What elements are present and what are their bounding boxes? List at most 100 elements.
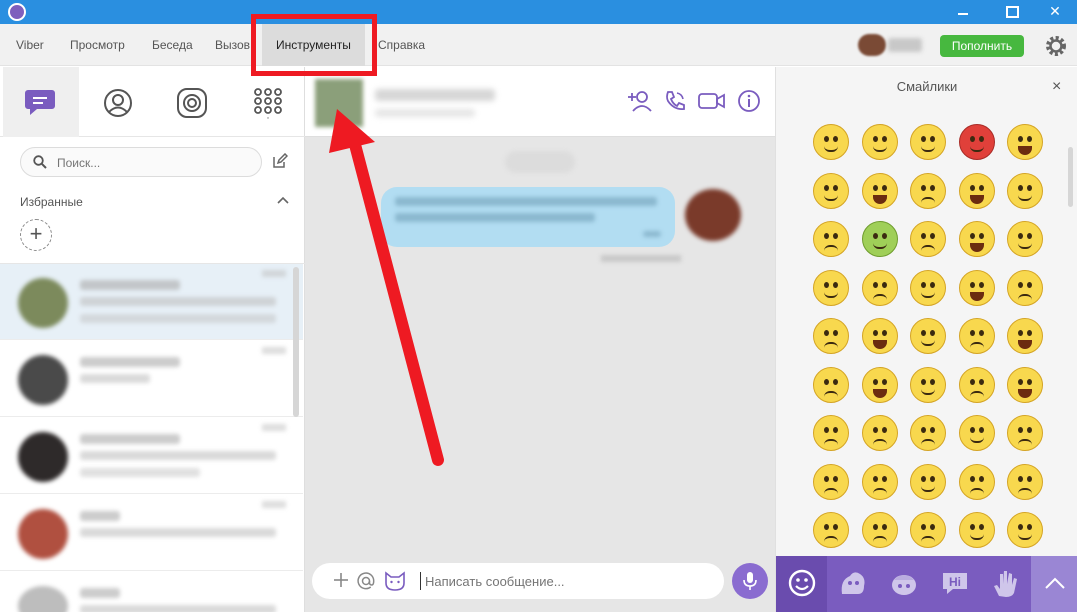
- emoji-eye: [1018, 524, 1023, 530]
- emoji-item[interactable]: [1007, 269, 1043, 306]
- close-icon[interactable]: ×: [1052, 78, 1061, 96]
- emoji-item[interactable]: [1007, 124, 1043, 160]
- emoji-item[interactable]: [861, 366, 898, 403]
- compose-icon[interactable]: [272, 153, 288, 169]
- chat-list-item[interactable]: [0, 341, 303, 417]
- voice-call-icon[interactable]: [663, 89, 687, 113]
- emoji-eye: [872, 136, 878, 142]
- tab-hand-stickers[interactable]: [980, 556, 1031, 612]
- topup-button[interactable]: Пополнить: [940, 35, 1024, 57]
- menu-help[interactable]: Справка: [378, 24, 425, 66]
- voice-message-button[interactable]: [732, 563, 768, 599]
- tab-hi-stickers[interactable]: Hi: [929, 556, 980, 612]
- minimize-icon[interactable]: [940, 0, 986, 24]
- sticker-icon[interactable]: [384, 571, 406, 591]
- emoji-item[interactable]: [1007, 318, 1043, 354]
- emoji-item[interactable]: [1007, 172, 1043, 209]
- emoji-item[interactable]: [958, 269, 995, 306]
- emoji-item[interactable]: [861, 415, 898, 451]
- emoji-item[interactable]: [958, 512, 995, 548]
- emoji-item[interactable]: [861, 463, 898, 500]
- emoji-eye: [824, 475, 829, 482]
- tab-sticker-pack-2[interactable]: [878, 556, 929, 612]
- info-icon[interactable]: [737, 89, 761, 113]
- chat-list-item[interactable]: [0, 495, 303, 571]
- emoji-mouth: [969, 342, 984, 348]
- emoji-item[interactable]: [958, 221, 995, 257]
- settings-gear-icon[interactable]: [1044, 34, 1068, 58]
- tab-contacts[interactable]: [80, 67, 156, 137]
- menu-viber[interactable]: Viber: [16, 24, 44, 66]
- emoji-item[interactable]: [813, 318, 849, 354]
- emoji-item[interactable]: [1007, 221, 1043, 257]
- emoji-mouth: [921, 196, 935, 203]
- emoji-item[interactable]: [910, 463, 946, 500]
- emoji-item[interactable]: [910, 512, 946, 548]
- emoji-item[interactable]: [813, 269, 849, 306]
- emoji-eye: [872, 330, 878, 336]
- emoji-item[interactable]: [861, 269, 898, 306]
- emoji-item[interactable]: [958, 463, 995, 500]
- video-call-icon[interactable]: [697, 89, 727, 113]
- emoji-item[interactable]: [813, 366, 849, 403]
- plus-icon[interactable]: [332, 571, 350, 589]
- menu-conversation[interactable]: Беседа: [152, 24, 193, 66]
- emoji-item[interactable]: [910, 269, 946, 306]
- emoji-mouth: [872, 340, 887, 349]
- search-input[interactable]: [57, 154, 253, 172]
- emoji-item[interactable]: [910, 366, 946, 403]
- message-input[interactable]: [420, 572, 710, 590]
- chat-list-item[interactable]: [0, 264, 303, 340]
- emoji-mouth: [824, 439, 838, 445]
- emoji-item[interactable]: [813, 512, 849, 548]
- chat-list-item[interactable]: [0, 572, 303, 612]
- emoji-item[interactable]: [958, 366, 995, 403]
- close-icon[interactable]: ✕: [1032, 0, 1077, 24]
- search-box[interactable]: [20, 147, 262, 177]
- sticker-pack-icon: [841, 572, 865, 594]
- add-participant-icon[interactable]: [627, 89, 653, 113]
- emoji-item[interactable]: [813, 221, 849, 257]
- emoji-item[interactable]: [958, 124, 995, 160]
- tab-sticker-pack-1[interactable]: [827, 556, 878, 612]
- at-icon[interactable]: [356, 571, 376, 591]
- emoji-eye: [872, 524, 878, 530]
- emoji-item[interactable]: [861, 318, 898, 354]
- emoji-item[interactable]: [813, 415, 849, 451]
- emoji-item[interactable]: [1007, 415, 1043, 451]
- tab-smileys[interactable]: [776, 556, 827, 612]
- chevron-up-icon[interactable]: [277, 196, 289, 204]
- emoji-item[interactable]: [910, 124, 946, 160]
- expand-up-icon: [1045, 577, 1065, 589]
- add-favorite-button[interactable]: +: [20, 219, 52, 251]
- emoji-item[interactable]: [910, 172, 946, 209]
- emoji-item[interactable]: [1007, 463, 1043, 500]
- emoji-item[interactable]: [958, 172, 995, 209]
- emoji-item[interactable]: [958, 415, 995, 451]
- emoji-item[interactable]: [861, 512, 898, 548]
- emoji-item[interactable]: [813, 463, 849, 500]
- emoji-item[interactable]: [910, 318, 946, 354]
- chat-list-scrollbar[interactable]: [293, 267, 299, 417]
- emoji-scrollbar[interactable]: [1068, 147, 1073, 207]
- tab-chats[interactable]: [3, 67, 79, 137]
- emoji-item[interactable]: [861, 124, 898, 160]
- emoji-item[interactable]: [1007, 366, 1043, 403]
- emoji-item[interactable]: [813, 124, 849, 160]
- emoji-item[interactable]: [958, 318, 995, 354]
- emoji-item[interactable]: [910, 415, 946, 451]
- emoji-mouth: [824, 292, 838, 298]
- tab-dialpad[interactable]: [230, 67, 306, 137]
- expand-stickers-button[interactable]: [1031, 556, 1077, 612]
- emoji-item[interactable]: [861, 172, 898, 209]
- chat-list-item[interactable]: [0, 418, 303, 494]
- emoji-item[interactable]: [813, 172, 849, 209]
- menu-call[interactable]: Вызов: [215, 24, 250, 66]
- emoji-item[interactable]: [910, 221, 946, 257]
- emoji-item[interactable]: [1007, 512, 1043, 548]
- account-avatar[interactable]: [858, 34, 886, 56]
- menu-view[interactable]: Просмотр: [70, 24, 125, 66]
- maximize-icon[interactable]: [988, 0, 1034, 24]
- tab-public-accounts[interactable]: [154, 67, 230, 137]
- emoji-item[interactable]: [861, 221, 898, 257]
